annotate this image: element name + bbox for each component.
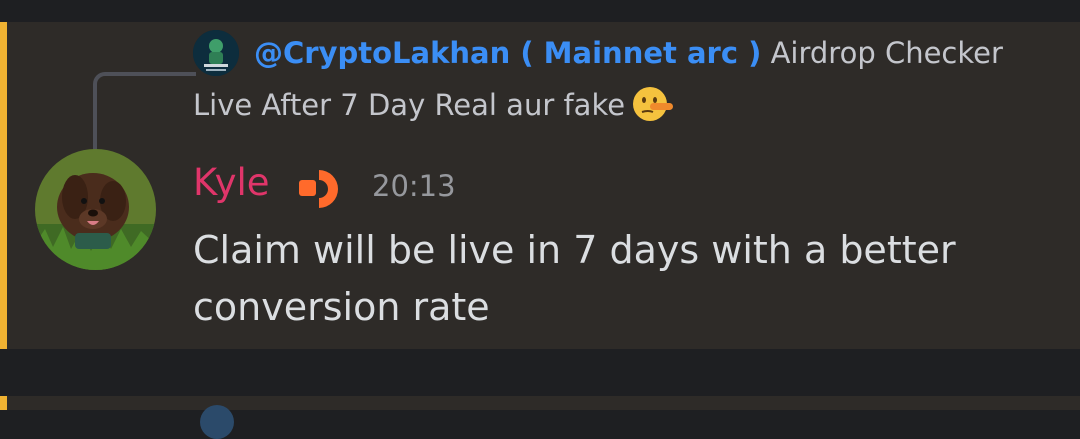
- reply-text-part2: Live After 7 Day Real aur fake: [193, 88, 626, 122]
- user-avatar[interactable]: [35, 149, 156, 270]
- username[interactable]: Kyle: [193, 160, 270, 206]
- message-timestamp[interactable]: 20:13: [372, 168, 456, 204]
- reply-text-part1: Airdrop Checker: [770, 36, 1003, 70]
- reply-author-mention[interactable]: @CryptoLakhan ( Mainnet arc ): [254, 36, 761, 70]
- reply-preview-line1[interactable]: @CryptoLakhan ( Mainnet arc ) Airdrop Ch…: [254, 34, 1003, 72]
- message-container: @CryptoLakhan ( Mainnet arc ) Airdrop Ch…: [0, 22, 1080, 349]
- next-reply-avatar[interactable]: [200, 405, 234, 439]
- reply-connector: [93, 72, 196, 157]
- reply-author-avatar[interactable]: [193, 30, 239, 76]
- reply-preview-line2[interactable]: Live After 7 Day Real aur fake: [193, 85, 675, 132]
- next-message-container: [0, 396, 1080, 439]
- message-content: Claim will be live in 7 days with a bett…: [193, 228, 956, 329]
- highlight-accent-bar: [0, 22, 7, 349]
- next-highlight-accent-bar: [0, 396, 7, 410]
- orange-badge-icon[interactable]: [298, 165, 346, 217]
- lying-face-emoji-icon: [631, 85, 675, 132]
